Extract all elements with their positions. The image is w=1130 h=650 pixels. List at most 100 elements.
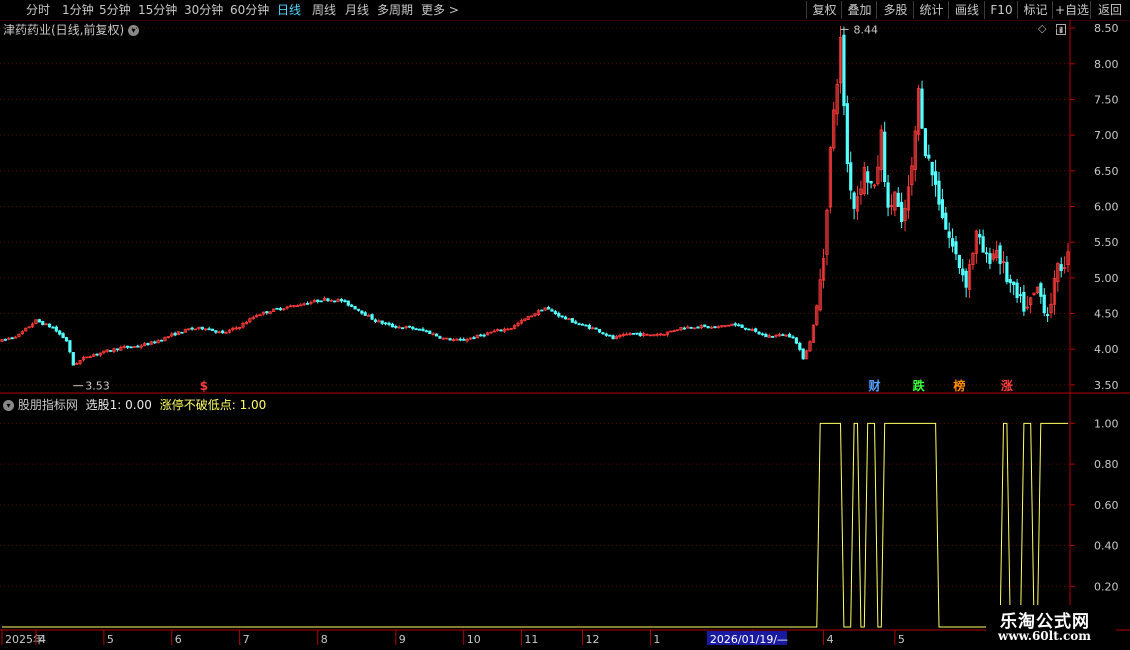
tab-timeframe-3[interactable]: 15分钟 xyxy=(138,0,177,20)
tab-timeframe-10[interactable]: 更多 > xyxy=(421,0,459,20)
indicator-title: ▾ 股朋指标网 选股1: 0.00 涨停不破低点: 1.00 xyxy=(3,396,266,413)
candle-body xyxy=(900,201,904,222)
tab-timeframe-6[interactable]: 日线 xyxy=(277,0,301,20)
candle-body xyxy=(944,212,948,230)
candle-body xyxy=(669,330,673,333)
price-tick-label-6: 6.50 xyxy=(1094,165,1119,178)
candle-body xyxy=(241,323,245,328)
candle-body xyxy=(231,327,235,331)
chevron-down-icon[interactable]: ▾ xyxy=(128,25,140,36)
candle-body xyxy=(305,302,310,305)
toolbar-button-7[interactable]: +自选 xyxy=(1052,1,1091,19)
date-label-9: 12 xyxy=(586,633,600,646)
tab-timeframe-5[interactable]: 60分钟 xyxy=(230,0,269,20)
candle-body xyxy=(801,348,805,360)
indicator-name: 股朋指标网 xyxy=(17,398,78,412)
candle-body xyxy=(737,324,741,327)
candle-body xyxy=(886,182,890,208)
price-tick-label-10: 8.50 xyxy=(1094,22,1119,35)
candle-body xyxy=(713,326,717,329)
candle-body xyxy=(92,354,96,357)
candle-body xyxy=(479,334,483,337)
toolbar-button-6[interactable]: 标记 xyxy=(1017,1,1053,19)
candle-body xyxy=(638,332,642,336)
candle-body xyxy=(838,36,843,84)
toolbar-button-8[interactable]: 返回 xyxy=(1090,1,1129,19)
candle-body xyxy=(696,326,700,329)
candle-body xyxy=(540,309,544,312)
candle-body xyxy=(662,334,666,336)
panel-icons: ◇ ▮ xyxy=(1038,22,1067,35)
window-icon[interactable]: ▮ xyxy=(1055,24,1067,35)
tab-timeframe-7[interactable]: 周线 xyxy=(312,0,336,20)
candle-body xyxy=(642,333,646,336)
toolbar-button-0[interactable]: 复权 xyxy=(806,1,842,19)
ind-tick-label-4: 1.00 xyxy=(1094,417,1119,430)
chevron-down-icon[interactable]: ▾ xyxy=(3,400,14,411)
price-tick-label-3: 5.00 xyxy=(1094,272,1119,285)
candle-body xyxy=(978,233,982,238)
candle-body xyxy=(458,338,462,341)
candle-body xyxy=(604,333,608,336)
candle-body xyxy=(940,199,944,218)
candle-body xyxy=(85,356,89,359)
candle-body xyxy=(210,328,215,331)
toolbar-button-2[interactable]: 多股 xyxy=(876,1,914,19)
toolbar-button-3[interactable]: 统计 xyxy=(913,1,949,19)
candle-body xyxy=(173,332,177,336)
candle-body xyxy=(580,323,585,326)
tab-timeframe-0[interactable]: 分时 xyxy=(26,0,50,20)
toolbar-button-1[interactable]: 叠加 xyxy=(841,1,877,19)
candle-body xyxy=(798,342,802,350)
marker-1: 财 xyxy=(867,378,880,393)
annotation-label-0: 3.53 xyxy=(85,380,110,393)
candle-body xyxy=(832,109,836,149)
candle-body xyxy=(546,306,551,310)
candle-body xyxy=(339,298,344,302)
candle-body xyxy=(1012,281,1016,285)
candle-body xyxy=(855,196,860,212)
candle-body xyxy=(224,331,228,334)
tab-timeframe-4[interactable]: 30分钟 xyxy=(184,0,223,20)
tab-timeframe-1[interactable]: 1分钟 xyxy=(62,0,94,20)
toolbar-button-4[interactable]: 画线 xyxy=(948,1,985,19)
candle-body xyxy=(516,322,520,326)
candle-body xyxy=(950,238,955,247)
candle-body xyxy=(543,307,547,311)
candle-body xyxy=(176,331,181,336)
candle-body xyxy=(791,336,795,339)
tab-timeframe-9[interactable]: 多周期 xyxy=(377,0,413,20)
candle-body xyxy=(227,329,232,333)
toolbar: 分时 1分钟 5分钟 15分钟 30分钟 60分钟 日线 周线 月线 多周期 更多 > 复权 叠加 多股统… xyxy=(0,0,1130,21)
candle-body xyxy=(448,338,452,341)
candle-body xyxy=(465,338,469,342)
candle-body xyxy=(910,165,914,186)
candle-body xyxy=(998,245,1002,264)
candle-body xyxy=(384,322,388,325)
price-chart[interactable]: 3.50 4.00 4.50 5.00 5.50 6.00 6.50 7.00 7.50 8.00… xyxy=(0,0,1130,650)
candle-body xyxy=(703,324,707,327)
candle-body xyxy=(1059,264,1063,271)
tab-timeframe-8[interactable]: 月线 xyxy=(345,0,369,20)
candle-body xyxy=(811,324,815,343)
stock-title-text: 津药药业(日线,前复权) xyxy=(3,23,125,37)
candle-body xyxy=(258,314,262,317)
candle-body xyxy=(3,338,7,341)
stock-title: 津药药业(日线,前复权) ▾ xyxy=(3,21,140,38)
candle-body xyxy=(825,209,829,255)
candle-body xyxy=(397,326,401,329)
diamond-icon[interactable]: ◇ xyxy=(1038,22,1046,35)
candle-body xyxy=(292,304,296,307)
candle-body xyxy=(370,314,374,320)
candle-body xyxy=(815,305,819,325)
tab-timeframe-2[interactable]: 5分钟 xyxy=(99,0,131,20)
candle-body xyxy=(421,328,425,331)
toolbar-button-5[interactable]: F10 xyxy=(984,1,1018,19)
candle-body xyxy=(1032,292,1036,295)
date-label-7: 10 xyxy=(467,633,481,646)
price-tick-label-9: 8.00 xyxy=(1094,58,1119,71)
candle-body xyxy=(757,331,761,335)
candle-body xyxy=(411,326,415,330)
candle-body xyxy=(862,166,866,195)
candle-body xyxy=(866,171,870,183)
